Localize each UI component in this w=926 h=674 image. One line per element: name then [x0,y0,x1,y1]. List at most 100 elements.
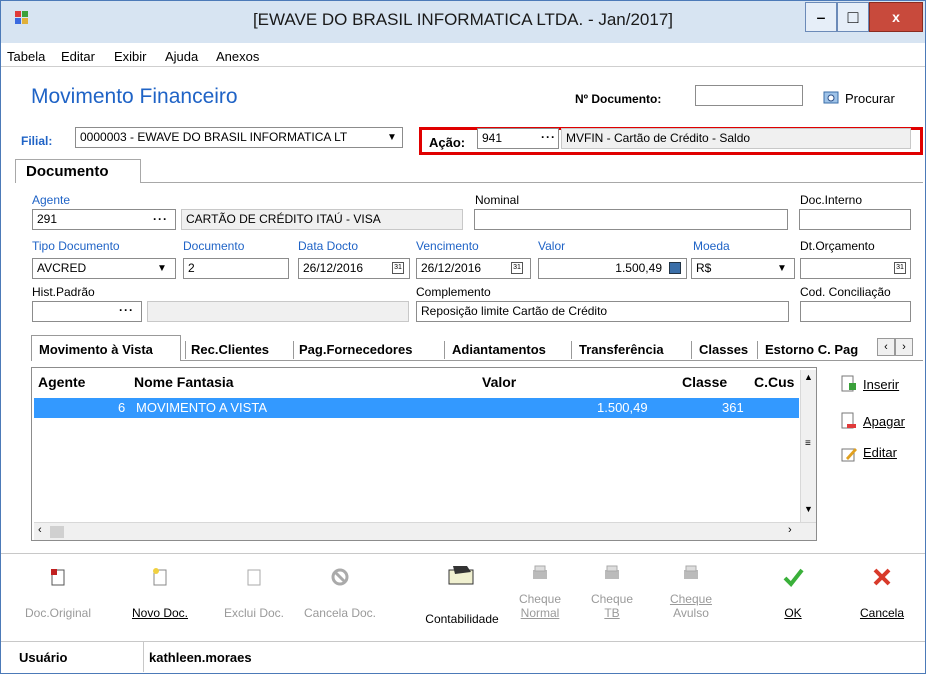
tab-estorno[interactable]: Estorno C. Pag [765,338,871,360]
filial-value: 0000003 - EWAVE DO BRASIL INFORMATICA LT [80,130,348,144]
apagar-button[interactable]: Apagar [863,414,905,429]
scroll-up-icon[interactable]: ▲ [804,372,813,382]
divider [444,341,445,359]
num-doc-label: Nº Documento: [575,92,662,106]
menu-exibir[interactable]: Exibir [114,49,147,64]
inserir-button[interactable]: Inserir [863,377,899,392]
cancela-doc-label: Cancela Doc. [303,606,377,620]
scroll-thumb-icon[interactable]: ≡ [805,438,811,449]
calendar-icon[interactable]: 31 [894,262,906,274]
tab-transferencia[interactable]: Transferência [579,338,664,360]
cell-agente: 6 [118,400,126,415]
agente-lookup-button[interactable]: ··· [153,212,168,226]
menu-ajuda[interactable]: Ajuda [165,49,198,64]
minimize-button[interactable]: ‒ [805,2,837,32]
cheque-avulso-button[interactable]: Cheque Avulso [657,554,725,642]
calendar-icon[interactable]: 31 [511,262,523,274]
tab-documento[interactable]: Documento [15,159,141,183]
scroll-thumb[interactable] [50,526,64,538]
calendar-icon[interactable]: 31 [392,262,404,274]
acao-desc: MVFIN - Cartão de Crédito - Saldo [561,128,911,149]
valor-input[interactable]: 1.500,49 [538,258,687,279]
documento-input[interactable]: 2 [183,258,289,279]
menu-tabela[interactable]: Tabela [7,49,45,64]
acao-lookup-button[interactable]: ··· [541,130,556,144]
cheque-normal-label-2: Normal [520,606,560,620]
complemento-input[interactable]: Reposição limite Cartão de Crédito [416,301,789,322]
col-header-nome[interactable]: Nome Fantasia [134,374,234,390]
maximize-button[interactable]: □ [837,2,869,32]
col-header-agente[interactable]: Agente [38,374,85,390]
tab-pag-fornecedores[interactable]: Pag.Fornecedores [299,338,412,360]
complemento-label: Complemento [416,285,491,299]
cod-conciliacao-label: Cod. Conciliação [800,285,891,299]
hist-padrao-label: Hist.Padrão [32,285,95,299]
menu-anexos[interactable]: Anexos [216,49,259,64]
filial-select[interactable]: 0000003 - EWAVE DO BRASIL INFORMATICA LT [75,127,403,148]
printer-icon [601,564,623,586]
menu-editar[interactable]: Editar [61,49,95,64]
scroll-down-icon[interactable]: ▼ [804,504,813,514]
doc-original-icon [47,566,69,588]
tab-scroll-right-icon[interactable]: › [895,338,913,356]
new-document-icon [149,566,171,588]
ok-button[interactable]: OK [773,554,813,642]
bottom-toolbar: Doc.Original Novo Doc. Exclui Doc. Cance… [1,553,925,641]
vertical-scrollbar[interactable]: ▲ ≡ ▼ [800,370,816,522]
editar-button[interactable]: Editar [863,445,897,460]
search-icon[interactable] [823,89,841,105]
tab-rec-clientes[interactable]: Rec.Clientes [191,338,269,360]
cancel-circle-icon [329,566,351,588]
novo-doc-button[interactable]: Novo Doc. [123,554,197,642]
num-doc-input[interactable] [695,85,803,106]
usuario-value: kathleen.moraes [149,650,252,665]
edit-icon[interactable] [841,445,857,466]
delete-icon[interactable] [841,412,857,433]
chevron-down-icon[interactable]: ▼ [777,263,787,274]
acao-label: Ação: [429,135,466,150]
window-title: [EWAVE DO BRASIL INFORMATICA LTDA. - Jan… [252,10,674,29]
col-header-classe[interactable]: Classe [682,374,727,390]
calculator-icon[interactable] [669,262,681,274]
table-row[interactable]: 6 MOVIMENTO A VISTA 1.500,49 361 [34,398,799,418]
doc-original-label: Doc.Original [24,606,92,620]
col-header-valor[interactable]: Valor [482,374,516,390]
tab-movimento-vista[interactable]: Movimento à Vista [39,338,153,360]
doc-interno-input[interactable] [799,209,911,230]
tab-classes[interactable]: Classes [699,338,748,360]
close-icon [871,566,893,588]
cheque-normal-button[interactable]: Cheque Normal [505,554,575,642]
cancela-button[interactable]: Cancela [851,554,913,642]
cheque-tb-label-1: Cheque [590,592,634,606]
chevron-down-icon[interactable]: ▼ [157,263,167,274]
tab-adiantamentos[interactable]: Adiantamentos [452,338,546,360]
scroll-right-icon[interactable]: › [788,524,792,536]
scroll-left-icon[interactable]: ‹ [38,524,42,536]
horizontal-scrollbar[interactable]: ‹ › [34,522,816,540]
ok-label: OK [784,606,802,620]
contabilidade-button[interactable]: Contabilidade [415,554,509,642]
tipo-doc-select[interactable]: AVCRED [32,258,176,279]
cod-conciliacao-input[interactable] [800,301,911,322]
doc-interno-label: Doc.Interno [800,193,863,207]
insert-icon[interactable] [841,375,857,396]
cancela-doc-button[interactable]: Cancela Doc. [297,554,383,642]
doc-original-button[interactable]: Doc.Original [23,554,93,642]
tab-scroll-left-icon[interactable]: ‹ [877,338,895,356]
tipo-doc-label: Tipo Documento [32,239,120,253]
divider [293,341,294,359]
accounting-icon [445,562,479,590]
cheque-tb-button[interactable]: Cheque TB [581,554,643,642]
hist-lookup-button[interactable]: ··· [119,303,134,317]
filial-label: Filial: [21,134,53,148]
close-button[interactable]: x [869,2,923,32]
procurar-button[interactable]: Procurar [845,91,895,106]
nominal-input[interactable] [474,209,788,230]
exclui-doc-button[interactable]: Exclui Doc. [217,554,291,642]
movimento-grid[interactable]: Agente Nome Fantasia Valor Classe C.Cus … [31,367,817,541]
col-header-ccus[interactable]: C.Cus [754,374,794,390]
minimize-icon: ‒ [817,9,825,25]
exclui-doc-label: Exclui Doc. [223,606,285,620]
page-title: Movimento Financeiro [31,85,238,108]
chevron-down-icon[interactable]: ▼ [387,132,397,143]
